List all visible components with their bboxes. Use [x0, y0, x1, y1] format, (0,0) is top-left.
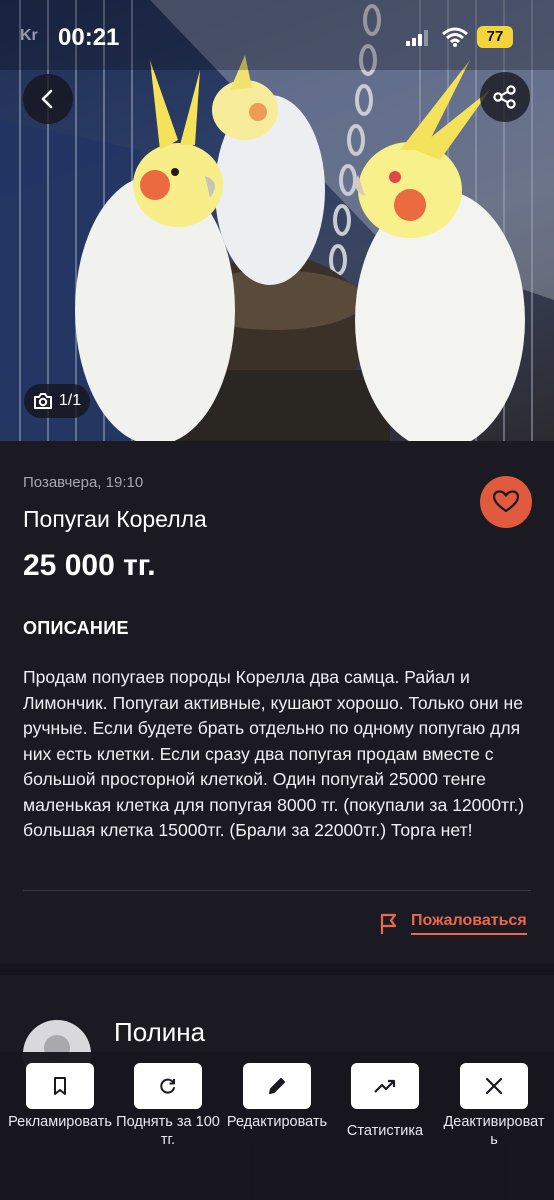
- app-brand-mark: Kr: [20, 27, 38, 44]
- statistics-label: Статистика: [346, 1123, 424, 1139]
- chevron-left-icon: [41, 89, 53, 109]
- flag-icon: [380, 913, 397, 934]
- status-bar: Kr 00:21 77: [0, 0, 554, 70]
- edit-button-box[interactable]: [243, 1063, 311, 1109]
- pencil-icon: [269, 1078, 285, 1094]
- description-text: Продам попугаев породы Корелла два самца…: [23, 667, 525, 840]
- edit-button[interactable]: Редактировать: [223, 1063, 331, 1131]
- edit-label: Редактировать: [226, 1114, 328, 1130]
- promote-button[interactable]: Рекламировать: [6, 1063, 114, 1131]
- listing-info-card: Позавчера, 19:10 Попугаи Корелла 25 000 …: [0, 441, 554, 963]
- report-label: Пожаловаться: [411, 912, 527, 935]
- bump-label: Поднять за 100 тг.: [116, 1114, 220, 1148]
- trend-icon: [374, 1079, 396, 1093]
- listing-title: Попугаи Корелла: [23, 506, 207, 532]
- description-heading: ОПИСАНИЕ: [23, 618, 129, 638]
- promote-label: Рекламировать: [8, 1114, 112, 1130]
- seller-name: Полина: [114, 1017, 206, 1047]
- bump-button-box[interactable]: [134, 1063, 202, 1109]
- owner-action-bar: Рекламировать Поднять за 100 тг. Редакти…: [0, 1052, 554, 1200]
- divider: [23, 890, 531, 891]
- heart-icon: [493, 490, 519, 513]
- wifi-icon: [442, 27, 468, 47]
- favorite-button[interactable]: [480, 476, 532, 528]
- close-icon: [485, 1077, 503, 1095]
- listing-date: Позавчера, 19:10: [23, 474, 144, 491]
- statistics-button[interactable]: Статистика: [331, 1063, 439, 1140]
- listing-photo[interactable]: Kr 00:21 77 1/1: [0, 0, 554, 441]
- share-icon: [493, 85, 516, 109]
- photo-counter-text: 1/1: [58, 392, 82, 409]
- back-button[interactable]: [23, 74, 73, 124]
- refresh-icon: [160, 1078, 175, 1094]
- status-time: 00:21: [58, 24, 120, 51]
- listing-price: 25 000 тг.: [23, 549, 156, 582]
- deactivate-button-box[interactable]: [460, 1063, 528, 1109]
- promote-button-box[interactable]: [26, 1063, 94, 1109]
- camera-icon: [33, 393, 52, 409]
- deactivate-label: Деактивировать: [443, 1114, 545, 1148]
- report-link[interactable]: Пожаловаться: [379, 912, 527, 935]
- bump-button[interactable]: Поднять за 100 тг.: [114, 1063, 222, 1149]
- cellular-signal-icon: [406, 30, 428, 46]
- battery-indicator: 77: [477, 26, 513, 48]
- deactivate-button[interactable]: Деактивировать: [440, 1063, 548, 1149]
- bookmark-icon: [54, 1077, 66, 1095]
- photo-counter: 1/1: [24, 384, 90, 418]
- share-button[interactable]: [480, 72, 530, 122]
- statistics-button-box[interactable]: [351, 1063, 419, 1109]
